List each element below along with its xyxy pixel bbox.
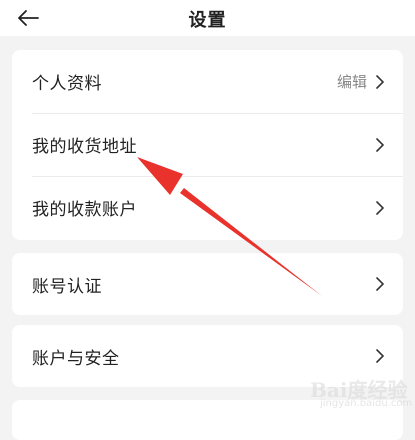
page-title: 设置: [188, 10, 227, 31]
settings-item-hint: 编辑: [336, 73, 367, 91]
chevron-right-icon: [376, 137, 384, 152]
settings-group-more: [12, 400, 403, 440]
settings-item-label: 我的收款账户: [32, 200, 137, 220]
chevron-right-icon: [376, 74, 384, 89]
settings-item-shipping-address[interactable]: 我的收货地址: [12, 113, 403, 176]
settings-item-profile[interactable]: 个人资料 编辑: [12, 50, 403, 113]
settings-item-account-security[interactable]: 账户与安全: [12, 325, 403, 387]
settings-item-label: 个人资料: [32, 74, 102, 94]
settings-group-verification: 账号认证: [12, 253, 403, 315]
settings-item-label: 账号认证: [32, 276, 102, 297]
settings-group-profile: 个人资料 编辑 我的收货地址 我的收款账户: [12, 50, 403, 240]
settings-item-account-verification[interactable]: 账号认证: [12, 253, 403, 315]
chevron-right-icon: [376, 200, 384, 215]
settings-item-payment-account[interactable]: 我的收款账户: [12, 176, 403, 239]
top-bar: 设置: [0, 0, 415, 36]
chevron-right-icon: [376, 277, 384, 291]
settings-item-label: 我的收货地址: [32, 137, 137, 157]
settings-item-label: 账户与安全: [32, 348, 120, 369]
chevron-right-icon: [376, 349, 384, 363]
settings-group-security: 账户与安全: [12, 325, 403, 387]
